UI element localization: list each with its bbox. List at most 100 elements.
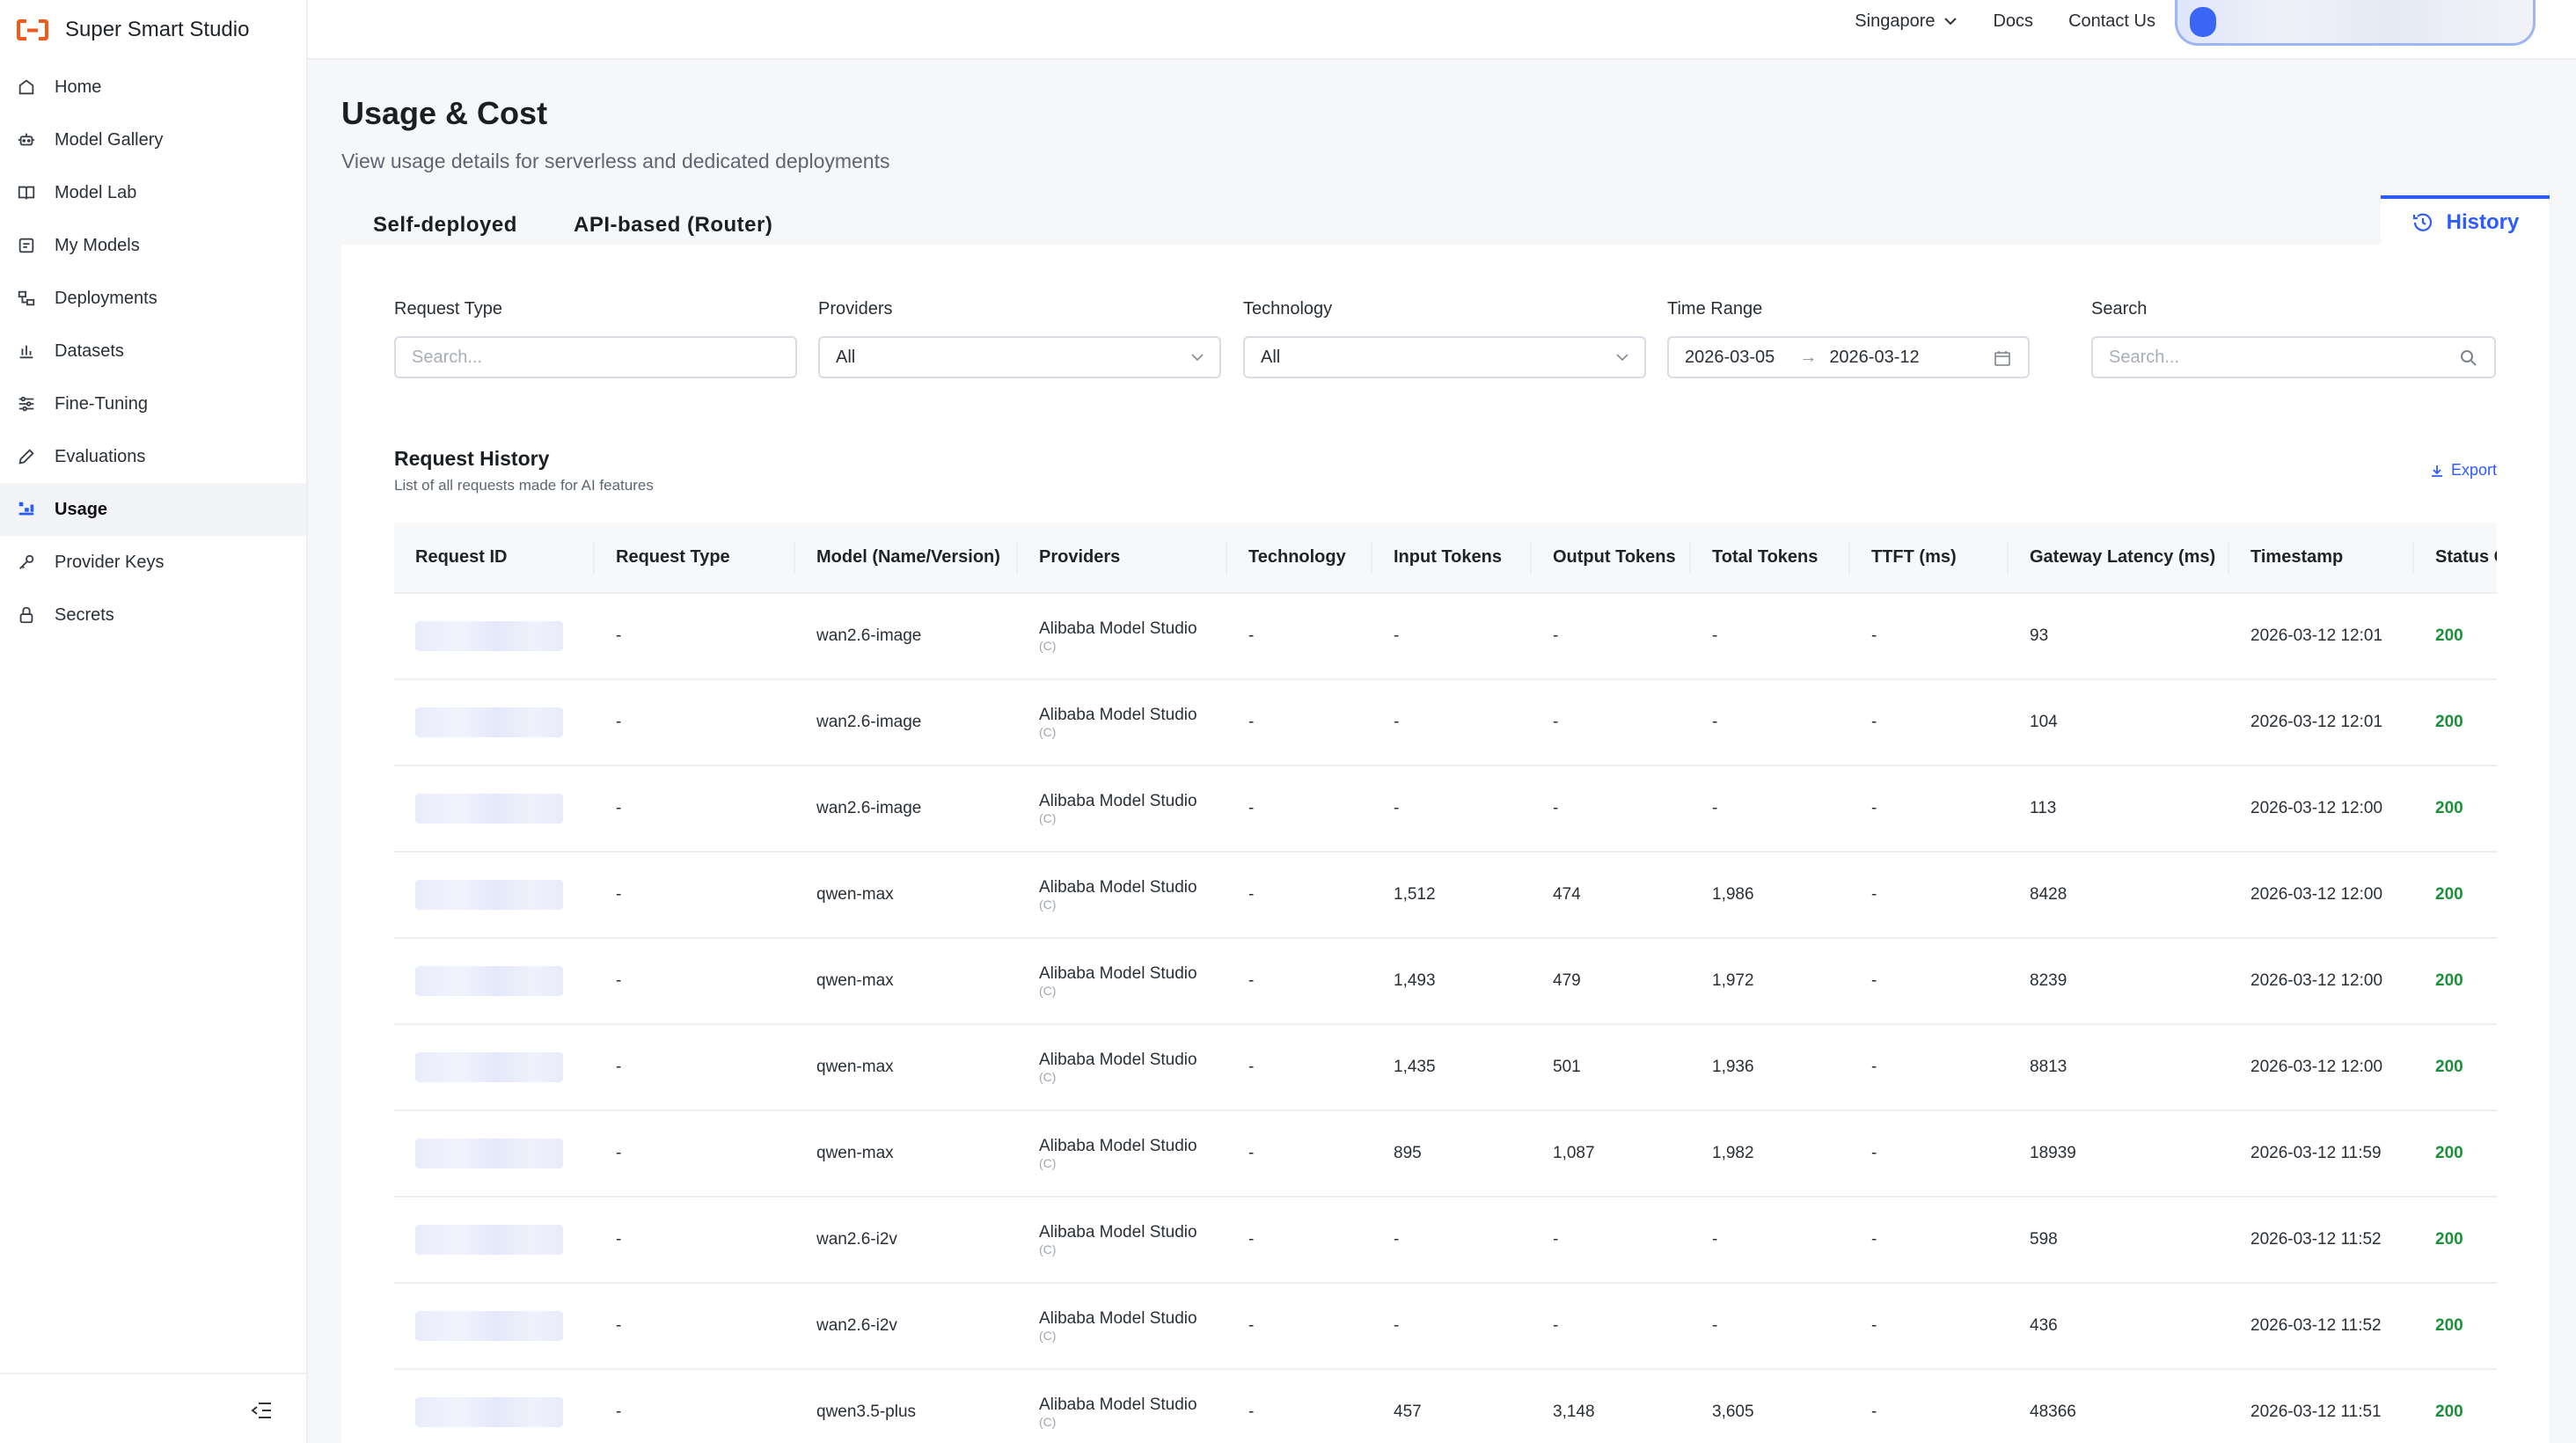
request-history-table: Request ID Request Type Model (Name/Versio…	[394, 523, 2497, 1443]
sidebar-item-evaluations[interactable]: Evaluations	[0, 430, 306, 483]
redacted-request-id	[415, 1311, 563, 1341]
table-row[interactable]: - wan2.6-image Alibaba Model Studio (C) - - - -…	[394, 593, 2497, 680]
column-header[interactable]: Providers	[1018, 523, 1227, 594]
tab-self-deployed[interactable]: Self-deployed	[373, 213, 517, 238]
tab-history[interactable]: History	[2381, 195, 2550, 246]
sidebar-item-model-lab[interactable]: Model Lab	[0, 166, 306, 219]
table-row[interactable]: - wan2.6-i2v Alibaba Model Studio (C) - - - - -4…	[394, 1283, 2497, 1370]
sidebar-item-fine-tuning[interactable]: Fine-Tuning	[0, 377, 306, 430]
output-tokens-cell: 479	[1532, 938, 1691, 1025]
contact-us-link[interactable]: Contact Us	[2068, 11, 2155, 32]
calendar-icon	[1994, 351, 2010, 366]
timestamp-cell: 2026-03-12 11:52	[2229, 1197, 2414, 1284]
provider-name: Alibaba Model Studio	[1039, 619, 1197, 638]
sidebar-item-label: My Models	[55, 235, 140, 255]
table-row[interactable]: - wan2.6-image Alibaba Model Studio (C) - - - -…	[394, 765, 2497, 853]
sidebar-item-label: Datasets	[55, 341, 124, 361]
table-row[interactable]: - qwen3.5-plus Alibaba Model Studio (C) -457…	[394, 1369, 2497, 1443]
sidebar-item-model-gallery[interactable]: Model Gallery	[0, 114, 306, 166]
column-header[interactable]: Request ID	[394, 523, 595, 594]
download-icon	[2431, 465, 2442, 477]
request-id-cell	[394, 1369, 595, 1443]
range-end-date[interactable]: 2026-03-12	[1829, 348, 1919, 368]
total-tokens-cell: 1,986	[1691, 852, 1850, 939]
column-header[interactable]: Model (Name/Version)	[795, 523, 1018, 594]
output-tokens-cell: -	[1532, 679, 1691, 766]
column-header-label: Status Code	[2435, 547, 2497, 567]
column-header[interactable]: Output Tokens	[1532, 523, 1691, 594]
table-row[interactable]: - qwen-max Alibaba Model Studio (C) -1,512 47…	[394, 852, 2497, 939]
table-row[interactable]: - qwen-max Alibaba Model Studio (C) -1,435 50…	[394, 1024, 2497, 1111]
sidebar-item-label: Model Lab	[55, 182, 137, 202]
column-header[interactable]: Request Type	[595, 523, 795, 594]
search-icon	[2461, 350, 2477, 366]
export-button[interactable]: Export	[2430, 461, 2497, 480]
history-clock-icon	[2412, 213, 2432, 231]
brand[interactable]: Super Smart Studio	[16, 5, 249, 55]
request-type-cell: -	[595, 938, 795, 1025]
gateway-latency-cell: 598	[2009, 1197, 2229, 1284]
request-type-input[interactable]: Search...	[394, 336, 797, 378]
sidebar-item-datasets[interactable]: Datasets	[0, 325, 306, 377]
request-type-cell: -	[595, 852, 795, 939]
technology-cell: -	[1227, 1197, 1372, 1284]
provider-sub: (C)	[1039, 897, 1057, 912]
model-cell: qwen3.5-plus	[795, 1369, 1018, 1443]
column-header[interactable]: Gateway Latency (ms)	[2009, 523, 2229, 594]
range-start-date[interactable]: 2026-03-05	[1685, 348, 1775, 368]
timestamp-cell: 2026-03-12 11:59	[2229, 1110, 2414, 1198]
sidebar-item-secrets[interactable]: Secrets	[0, 589, 306, 641]
request-id-cell	[394, 1197, 595, 1284]
sidebar-item-usage[interactable]: Usage	[0, 483, 306, 536]
user-account-chip[interactable]	[2175, 0, 2536, 46]
request-id-cell	[394, 938, 595, 1025]
chart-icon	[16, 341, 37, 362]
request-type-cell: -	[595, 1283, 795, 1370]
tab-api-based-router[interactable]: API-based (Router)	[574, 213, 772, 238]
status-code-cell: 200	[2414, 1024, 2497, 1111]
table-row[interactable]: - qwen-max Alibaba Model Studio (C) -895 1,08…	[394, 1110, 2497, 1198]
total-tokens-cell: -	[1691, 765, 1850, 853]
time-range-picker[interactable]: 2026-03-05 → 2026-03-12	[1667, 336, 2030, 378]
redacted-request-id	[415, 1139, 563, 1168]
sidebar-item-my-models[interactable]: My Models	[0, 219, 306, 272]
redacted-request-id	[415, 707, 563, 737]
column-header[interactable]: Total Tokens	[1691, 523, 1850, 594]
provider-sub: (C)	[1039, 639, 1057, 653]
gateway-latency-cell: 436	[2009, 1283, 2229, 1370]
sidebar-item-provider-keys[interactable]: Provider Keys	[0, 536, 306, 589]
request-id-cell	[394, 593, 595, 680]
search-input[interactable]: Search...	[2091, 336, 2496, 378]
region-selector[interactable]: Singapore	[1855, 11, 1958, 32]
timestamp-cell: 2026-03-12 12:01	[2229, 679, 2414, 766]
chevron-down-icon	[1616, 354, 1628, 362]
sidebar-item-label: Secrets	[55, 604, 114, 625]
column-header[interactable]: Input Tokens	[1372, 523, 1532, 594]
docs-link[interactable]: Docs	[1993, 11, 2033, 32]
sidebar-item-deployments[interactable]: Deployments	[0, 272, 306, 325]
table-row[interactable]: - wan2.6-i2v Alibaba Model Studio (C) - - - - -5…	[394, 1197, 2497, 1284]
technology-cell: -	[1227, 938, 1372, 1025]
column-header[interactable]: TTFT (ms)	[1850, 523, 2009, 594]
column-header[interactable]: Timestamp	[2229, 523, 2414, 594]
provider-cell: Alibaba Model Studio (C)	[1018, 938, 1227, 1025]
technology-select[interactable]: All	[1243, 336, 1646, 378]
provider-name: Alibaba Model Studio	[1039, 1395, 1197, 1414]
avatar	[2190, 7, 2216, 37]
timestamp-cell: 2026-03-12 12:00	[2229, 1024, 2414, 1111]
ttft-cell: -	[1850, 1110, 2009, 1198]
column-header[interactable]: Technology	[1227, 523, 1372, 594]
technology-cell: -	[1227, 1024, 1372, 1111]
request-id-cell	[394, 1024, 595, 1111]
total-tokens-cell: 3,605	[1691, 1369, 1850, 1443]
column-header[interactable]: Status Code	[2414, 523, 2497, 594]
table-row[interactable]: - qwen-max Alibaba Model Studio (C) -1,493 47…	[394, 938, 2497, 1025]
table-row[interactable]: - wan2.6-image Alibaba Model Studio (C) - - - -…	[394, 679, 2497, 766]
request-type-cell: -	[595, 1197, 795, 1284]
providers-select[interactable]: All	[818, 336, 1221, 378]
technology-cell: -	[1227, 765, 1372, 853]
collapse-sidebar-icon[interactable]	[250, 1401, 273, 1420]
request-type-cell: -	[595, 679, 795, 766]
sidebar-item-home[interactable]: Home	[0, 61, 306, 114]
status-code-cell: 200	[2414, 938, 2497, 1025]
